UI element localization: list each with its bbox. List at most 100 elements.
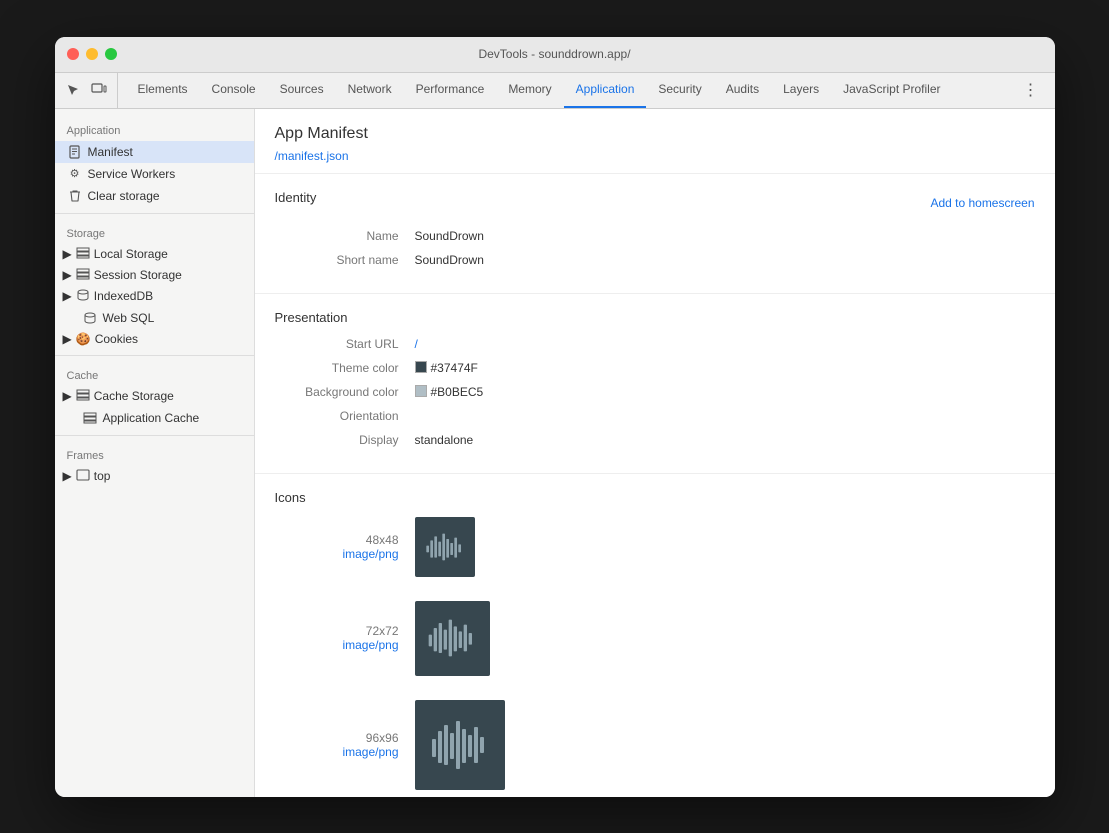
- icon-size-96: 96x96: [275, 731, 399, 745]
- presentation-section: Presentation Start URL / Theme color #37…: [255, 294, 1055, 474]
- arrow-icon: ▶: [63, 289, 72, 303]
- field-name: Name SoundDrown: [275, 229, 1035, 243]
- clear-storage-icon: [67, 188, 83, 204]
- theme-color-swatch[interactable]: [415, 361, 427, 373]
- devtools-window: DevTools - sounddrown.app/ Elements Cons…: [55, 37, 1055, 797]
- sidebar-item-local-storage[interactable]: ▶ Local Storage: [55, 244, 254, 265]
- field-theme-color: Theme color #37474F: [275, 361, 1035, 375]
- maximize-button[interactable]: [105, 48, 117, 60]
- sidebar-section-cache: Cache: [55, 362, 254, 386]
- field-name-label: Name: [275, 229, 415, 243]
- divider-3: [55, 435, 254, 436]
- sidebar-item-manifest[interactable]: Manifest: [55, 141, 254, 163]
- identity-section-title: Identity: [275, 190, 317, 205]
- sidebar-item-local-storage-label: Local Storage: [94, 247, 168, 261]
- sidebar-item-clear-storage[interactable]: Clear storage: [55, 185, 254, 207]
- tab-application[interactable]: Application: [564, 73, 647, 108]
- field-bg-color-label: Background color: [275, 385, 415, 399]
- tab-security[interactable]: Security: [646, 73, 713, 108]
- more-options-button[interactable]: ⋮: [1015, 73, 1047, 108]
- icon-preview-72: [415, 601, 490, 676]
- sidebar-item-cookies-label: Cookies: [95, 332, 138, 346]
- presentation-section-title: Presentation: [275, 310, 1035, 325]
- frame-icon: [76, 469, 90, 484]
- window-title: DevTools - sounddrown.app/: [478, 47, 630, 61]
- close-button[interactable]: [67, 48, 79, 60]
- field-theme-color-label: Theme color: [275, 361, 415, 375]
- field-display: Display standalone: [275, 433, 1035, 447]
- content-panel: App Manifest /manifest.json Identity Add…: [255, 109, 1055, 797]
- icon-meta-48: 48x48 image/png: [275, 533, 415, 561]
- minimize-button[interactable]: [86, 48, 98, 60]
- arrow-icon: ▶: [63, 247, 72, 261]
- sidebar-item-manifest-label: Manifest: [88, 145, 133, 159]
- field-display-label: Display: [275, 433, 415, 447]
- titlebar: DevTools - sounddrown.app/: [55, 37, 1055, 73]
- web-sql-icon: [82, 310, 98, 326]
- tab-layers[interactable]: Layers: [771, 73, 831, 108]
- divider-2: [55, 355, 254, 356]
- sidebar-item-clear-storage-label: Clear storage: [88, 189, 160, 203]
- sidebar-item-top[interactable]: ▶ top: [55, 466, 254, 487]
- icon-entry-96: 96x96 image/png: [275, 700, 1035, 790]
- field-bg-color-value: #B0BEC5: [415, 385, 1035, 399]
- sidebar-item-cache-storage[interactable]: ▶ Cache Storage: [55, 386, 254, 407]
- icons-section: Icons 48x48 image/png: [255, 474, 1055, 797]
- tab-network[interactable]: Network: [336, 73, 404, 108]
- field-short-name-value: SoundDrown: [415, 253, 1035, 267]
- arrow-icon: ▶: [63, 389, 72, 403]
- field-name-value: SoundDrown: [415, 229, 1035, 243]
- toolbar: Elements Console Sources Network Perform…: [55, 73, 1055, 109]
- manifest-link[interactable]: /manifest.json: [275, 149, 349, 163]
- sidebar-item-service-workers[interactable]: ⚙ Service Workers: [55, 163, 254, 185]
- sidebar-item-session-storage-label: Session Storage: [94, 268, 182, 282]
- sidebar: Application Manifest ⚙ Service Workers: [55, 109, 255, 797]
- toolbar-icons: [63, 73, 118, 108]
- sidebar-item-cache-storage-label: Cache Storage: [94, 389, 174, 403]
- tab-js-profiler[interactable]: JavaScript Profiler: [831, 73, 952, 108]
- identity-section: Identity Add to homescreen Name SoundDro…: [255, 174, 1055, 294]
- sidebar-item-web-sql-label: Web SQL: [103, 311, 155, 325]
- field-start-url-value[interactable]: /: [415, 337, 1035, 351]
- main-area: Application Manifest ⚙ Service Workers: [55, 109, 1055, 797]
- identity-header-row: Identity Add to homescreen: [275, 190, 1035, 217]
- field-start-url: Start URL /: [275, 337, 1035, 351]
- cache-storage-icon: [76, 389, 90, 404]
- cursor-icon[interactable]: [63, 80, 83, 100]
- add-homescreen-button[interactable]: Add to homescreen: [930, 196, 1034, 210]
- sidebar-item-cookies[interactable]: ▶ 🍪 Cookies: [55, 329, 254, 349]
- field-short-name: Short name SoundDrown: [275, 253, 1035, 267]
- device-icon[interactable]: [89, 80, 109, 100]
- field-short-name-label: Short name: [275, 253, 415, 267]
- local-storage-icon: [76, 247, 90, 262]
- icon-type-48: image/png: [342, 547, 398, 561]
- bg-color-swatch[interactable]: [415, 385, 427, 397]
- traffic-lights: [67, 48, 117, 60]
- sidebar-item-application-cache[interactable]: Application Cache: [55, 407, 254, 429]
- tab-elements[interactable]: Elements: [126, 73, 200, 108]
- sidebar-item-indexeddb[interactable]: ▶ IndexedDB: [55, 286, 254, 307]
- icon-meta-72: 72x72 image/png: [275, 624, 415, 652]
- field-start-url-label: Start URL: [275, 337, 415, 351]
- sidebar-item-top-label: top: [94, 469, 111, 483]
- field-bg-color: Background color #B0BEC5: [275, 385, 1035, 399]
- icon-preview-96: [415, 700, 505, 790]
- tab-memory[interactable]: Memory: [496, 73, 563, 108]
- content-title: App Manifest: [275, 125, 1035, 143]
- sidebar-item-session-storage[interactable]: ▶ Session Storage: [55, 265, 254, 286]
- application-cache-icon: [82, 410, 98, 426]
- arrow-icon: ▶: [63, 469, 72, 483]
- tab-audits[interactable]: Audits: [714, 73, 771, 108]
- field-orientation-label: Orientation: [275, 409, 415, 423]
- tab-console[interactable]: Console: [200, 73, 268, 108]
- icon-preview-48: [415, 517, 475, 577]
- cookies-icon: 🍪: [76, 332, 91, 346]
- sidebar-section-storage: Storage: [55, 220, 254, 244]
- service-workers-icon: ⚙: [67, 166, 83, 182]
- icon-size-48: 48x48: [275, 533, 399, 547]
- tab-sources[interactable]: Sources: [268, 73, 336, 108]
- sidebar-item-web-sql[interactable]: Web SQL: [55, 307, 254, 329]
- tab-performance[interactable]: Performance: [404, 73, 497, 108]
- icons-section-title: Icons: [275, 490, 1035, 505]
- icon-entry-48: 48x48 image/png: [275, 517, 1035, 577]
